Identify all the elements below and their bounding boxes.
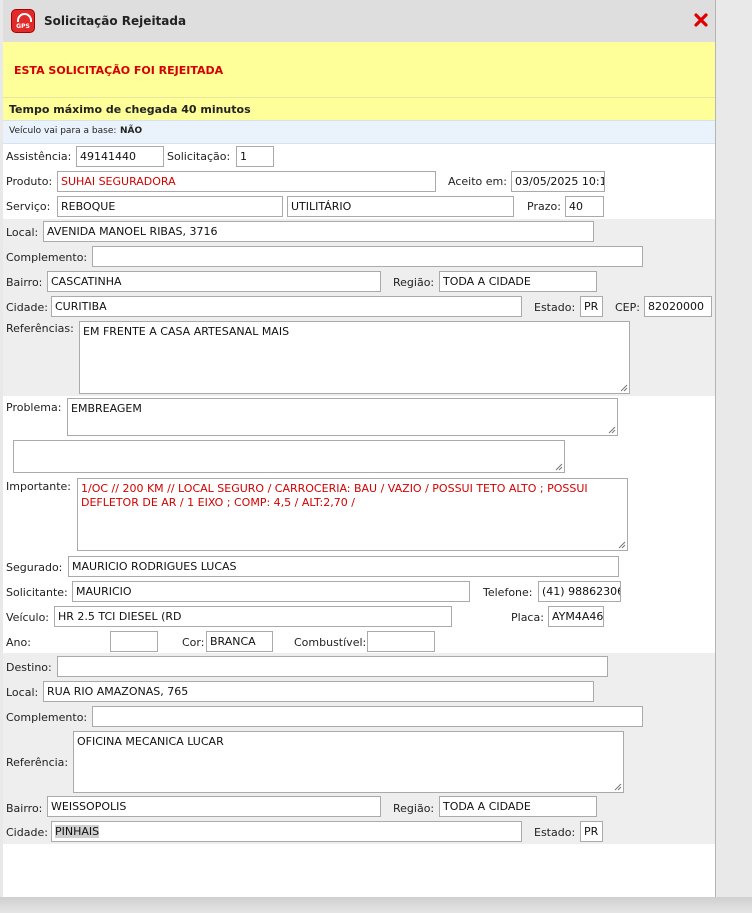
origin-cidade-field[interactable]: CURITIBA <box>51 296 522 317</box>
base-info-bar: Veículo vai para a base: NÃO <box>3 120 715 144</box>
problema-textarea[interactable]: EMBREAGEM <box>67 398 618 436</box>
problem-extra-textarea[interactable] <box>13 440 565 473</box>
dest-bairro-label: Bairro: <box>6 802 43 815</box>
base-label: Veículo vai para a base: <box>9 126 117 136</box>
origin-regiao-field[interactable]: TODA A CIDADE <box>439 271 597 292</box>
destination-section: Destino: Local: RUA RIO AMAZONAS, 765 Co… <box>3 653 715 844</box>
regiao-label: Região: <box>393 276 435 289</box>
dest-referencia-label: Referência: <box>6 756 69 769</box>
destino-label: Destino: <box>6 661 52 674</box>
solicitacao-field[interactable]: 1 <box>236 146 274 167</box>
arrival-time-banner: Tempo máximo de chegada 40 minutos <box>3 97 715 121</box>
resize-grip-icon[interactable] <box>555 463 563 471</box>
base-value: NÃO <box>120 126 143 136</box>
aceito-field[interactable]: 03/05/2025 10:15 <box>511 171 605 192</box>
origin-local-field[interactable]: AVENIDA MANOEL RIBAS, 3716 <box>43 221 594 242</box>
dest-local-field[interactable]: RUA RIO AMAZONAS, 765 <box>43 681 594 702</box>
veiculo-field[interactable]: HR 2.5 TCI DIESEL (RD <box>54 606 452 627</box>
dest-referencia-textarea[interactable]: OFICINA MECANICA LUCAR <box>73 731 624 793</box>
solicitante-field[interactable]: MAURICIO <box>72 581 470 602</box>
origin-section: Local: AVENIDA MANOEL RIBAS, 3716 Comple… <box>3 219 715 396</box>
rejection-banner: ESTA SOLICITAÇÃO FOI REJEITADA <box>3 42 715 97</box>
problem-section: Problema: EMBREAGEM Importante: 1/OC // … <box>3 396 715 553</box>
resize-grip-icon[interactable] <box>620 384 628 392</box>
dest-bairro-field[interactable]: WEISSOPOLIS <box>47 796 381 817</box>
placa-field[interactable]: AYM4A46 <box>548 606 604 627</box>
produto-label: Produto: <box>6 175 53 188</box>
importante-label: Importante: <box>6 480 72 493</box>
solicitante-label: Solicitante: <box>6 586 68 599</box>
placa-label: Placa: <box>511 611 544 624</box>
importante-textarea[interactable]: 1/OC // 200 KM // LOCAL SEGURO / CARROCE… <box>77 478 628 551</box>
assistencia-label: Assistência: <box>6 150 72 163</box>
servico-type-field[interactable]: UTILITÁRIO <box>287 196 514 217</box>
cor-label: Cor: <box>182 636 205 649</box>
local-label: Local: <box>6 226 39 239</box>
telefone-field[interactable]: (41) 988623068 <box>538 581 621 602</box>
produto-field[interactable]: SUHAI SEGURADORA <box>57 171 436 192</box>
dest-regiao-label: Região: <box>393 802 435 815</box>
resize-grip-icon[interactable] <box>618 541 626 549</box>
assistencia-field[interactable]: 49141440 <box>76 146 164 167</box>
servico-label: Serviço: <box>6 200 51 213</box>
dest-estado-label: Estado: <box>534 826 576 839</box>
bairro-label: Bairro: <box>6 276 43 289</box>
dialog-title: Solicitação Rejeitada <box>44 14 187 28</box>
problema-label: Problema: <box>6 401 62 414</box>
complemento-label: Complemento: <box>6 251 88 264</box>
rejection-message: ESTA SOLICITAÇÃO FOI REJEITADA <box>14 64 224 77</box>
combustivel-field[interactable] <box>367 631 435 652</box>
veiculo-label: Veículo: <box>6 611 50 624</box>
dest-cidade-label: Cidade: <box>6 826 48 839</box>
telefone-label: Telefone: <box>483 586 533 599</box>
dest-estado-field[interactable]: PR <box>580 821 603 842</box>
aceito-label: Aceito em: <box>448 175 507 188</box>
dest-complemento-field[interactable] <box>92 706 643 727</box>
insured-section: Segurado: MAURICIO RODRIGUES LUCAS Solic… <box>3 553 715 653</box>
cidade-label: Cidade: <box>6 301 48 314</box>
origin-estado-field[interactable]: PR <box>580 296 603 317</box>
gps-logo-icon: GPS <box>11 9 35 33</box>
dest-regiao-field[interactable]: TODA A CIDADE <box>439 796 597 817</box>
ano-field[interactable] <box>110 631 158 652</box>
prazo-label: Prazo: <box>527 200 561 213</box>
title-bar: GPS Solicitação Rejeitada <box>3 0 715 43</box>
arrival-time-text: Tempo máximo de chegada 40 minutos <box>9 103 251 116</box>
destino-field[interactable] <box>57 656 608 677</box>
combustivel-label: Combustível: <box>294 636 367 649</box>
resize-grip-icon[interactable] <box>614 783 622 791</box>
referencias-label: Referências: <box>6 322 74 335</box>
window-bottom-edge <box>0 897 752 913</box>
solicitacao-label: Solicitação: <box>167 150 231 163</box>
servico-field[interactable]: REBOQUE <box>57 196 283 217</box>
dest-local-label: Local: <box>6 686 39 699</box>
segurado-field[interactable]: MAURICIO RODRIGUES LUCAS <box>68 556 619 577</box>
origin-complemento-field[interactable] <box>92 246 643 267</box>
cor-field[interactable]: BRANCA <box>206 631 273 652</box>
dest-cidade-value: PINHAIS <box>55 825 100 838</box>
cep-label: CEP: <box>615 301 640 314</box>
origin-cep-field[interactable]: 82020000 <box>644 296 712 317</box>
origin-referencias-textarea[interactable]: EM FRENTE A CASA ARTESANAL MAIS <box>79 321 630 394</box>
ano-label: Ano: <box>6 636 31 649</box>
dest-cidade-field[interactable]: PINHAIS <box>51 821 522 842</box>
rejected-request-dialog: GPS Solicitação Rejeitada ESTA SOLICITAÇ… <box>3 0 716 897</box>
prazo-field[interactable]: 40 <box>565 196 604 217</box>
origin-bairro-field[interactable]: CASCATINHA <box>47 271 381 292</box>
segurado-label: Segurado: <box>6 561 63 574</box>
service-section: Assistência: 49141440 Solicitação: 1 Pro… <box>3 143 715 219</box>
resize-grip-icon[interactable] <box>608 426 616 434</box>
close-icon[interactable] <box>693 12 709 28</box>
estado-label: Estado: <box>534 301 576 314</box>
dest-complemento-label: Complemento: <box>6 711 88 724</box>
